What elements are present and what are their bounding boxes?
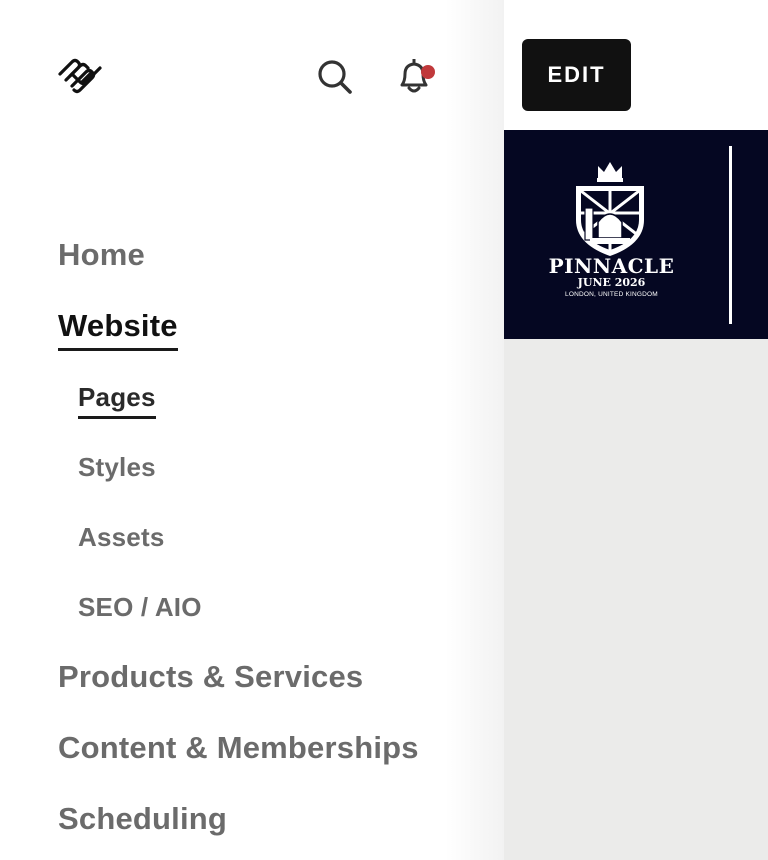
preview-toolbar: EDIT <box>504 20 768 130</box>
brand-date: JUNE 2026 <box>577 276 646 289</box>
bell-icon[interactable] <box>392 54 438 100</box>
nav-item-website[interactable]: Website <box>58 308 178 351</box>
nav-item-products-services[interactable]: Products & Services <box>58 659 363 695</box>
notification-dot <box>421 65 435 79</box>
nav-subitem-seo[interactable]: SEO / AIO <box>78 592 202 623</box>
nav-item-label: Scheduling <box>58 801 228 836</box>
nav-item-label: Styles <box>78 452 156 482</box>
nav-item-scheduling[interactable]: Scheduling <box>58 801 227 837</box>
brand-name: PINNACLE <box>548 254 675 278</box>
edit-button[interactable]: EDIT <box>522 39 631 111</box>
sidebar: Home Website Pages Styles Assets SEO / A… <box>0 0 504 860</box>
nav-item-label: Pages <box>78 382 156 412</box>
brand-location: LONDON, UNITED KINGDOM <box>565 291 658 298</box>
divider <box>729 146 732 324</box>
nav-item-label: Home <box>58 237 145 272</box>
crest-logo-icon <box>576 162 644 256</box>
search-icon[interactable] <box>314 56 354 96</box>
active-underline <box>78 416 156 419</box>
nav-subitem-styles[interactable]: Styles <box>78 452 156 483</box>
nav-subitem-assets[interactable]: Assets <box>78 522 164 553</box>
squarespace-logo-icon[interactable] <box>56 56 104 94</box>
nav-item-home[interactable]: Home <box>58 237 145 273</box>
nav-item-label: Website <box>58 308 178 343</box>
panel-shadow <box>444 0 504 860</box>
nav-subitem-pages[interactable]: Pages <box>78 382 156 419</box>
site-header-banner: PINNACLE JUNE 2026 LONDON, UNITED KINGDO… <box>504 130 768 339</box>
nav-item-label: Products & Services <box>58 659 364 694</box>
nav-item-label: Content & Memberships <box>58 730 419 765</box>
site-preview[interactable]: EDIT PINNACLE JUNE 2026 LONDON, UNITED K… <box>504 20 768 860</box>
nav-item-label: Assets <box>78 522 165 552</box>
active-underline <box>58 348 178 351</box>
nav-item-label: SEO / AIO <box>78 592 202 622</box>
nav-item-content-memberships[interactable]: Content & Memberships <box>58 730 419 766</box>
